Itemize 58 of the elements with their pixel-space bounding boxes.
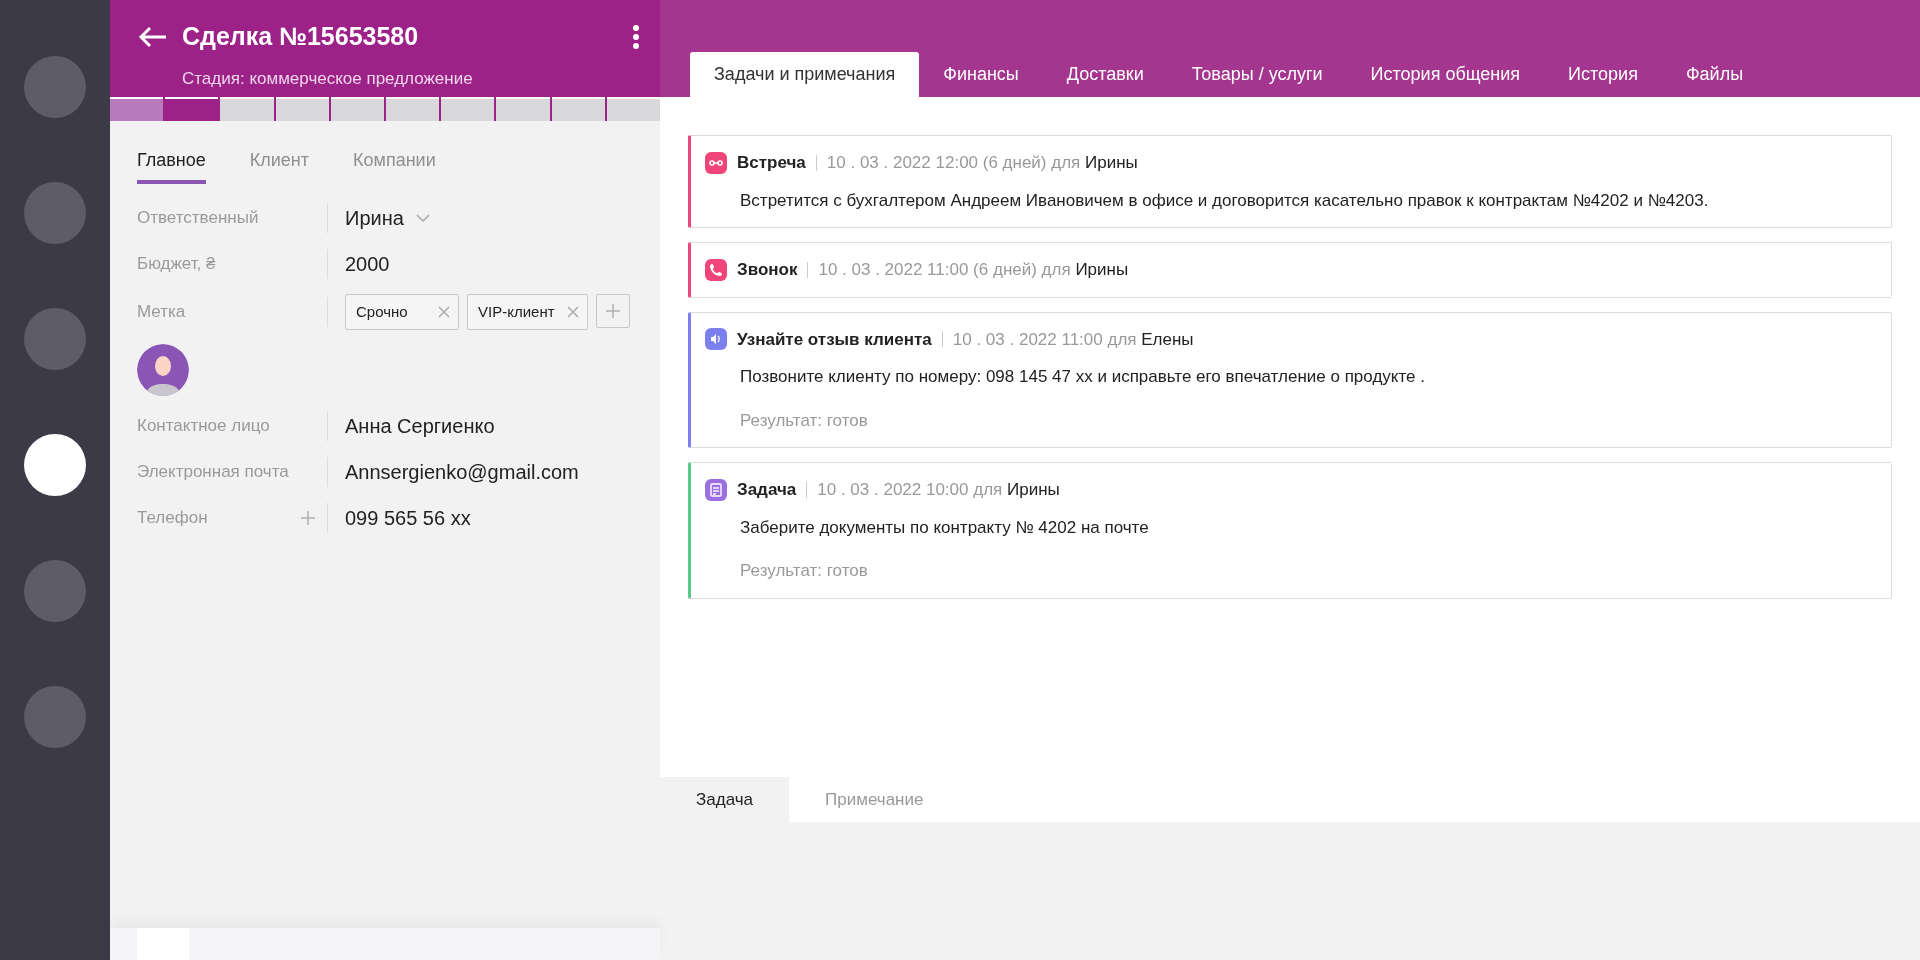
stage-segment — [496, 97, 550, 121]
add-tag-button[interactable] — [595, 294, 630, 328]
task-text: Позвоните клиенту по номеру: 098 145 47 xx и исправьте его впечатление о продукте . — [739, 366, 1426, 388]
tab[interactable]: Товары / услуги — [1167, 52, 1347, 97]
tab[interactable]: Файлы — [1661, 52, 1768, 97]
tab[interactable]: История — [1544, 52, 1662, 97]
task-meta: 10 . 03 . 2022 12:00 (6 дней) для Ирины — [826, 152, 1138, 174]
compose-tab[interactable]: Задача — [660, 777, 790, 822]
task-result: Результат: готов — [739, 560, 869, 582]
field-value: Анна Сергиенко — [345, 414, 495, 439]
plus-icon — [605, 304, 620, 318]
tab[interactable]: История общения — [1346, 52, 1545, 97]
field-label: Телефон — [137, 507, 208, 530]
task-title: Узнайте отзыв клиента — [737, 328, 932, 351]
back-arrow-icon[interactable] — [138, 25, 168, 48]
field-label: Электронная почта — [137, 461, 289, 484]
note-icon — [705, 478, 727, 501]
task-title: Задача — [737, 479, 797, 501]
task-text: Заберите документы по контракту № 4202 на почте — [739, 516, 1150, 539]
chevron-down-icon[interactable] — [415, 214, 430, 222]
tab[interactable]: Финансы — [919, 52, 1043, 97]
stage-segment — [551, 97, 605, 121]
close-icon[interactable] — [438, 306, 450, 318]
field-value: Ирина — [345, 206, 404, 231]
field-label: Ответственный — [137, 207, 259, 230]
link-icon — [705, 151, 727, 174]
close-icon[interactable] — [566, 306, 579, 318]
section-tab[interactable]: Главное — [137, 147, 206, 184]
field-value: Annsergienko@gmail.com — [345, 460, 579, 485]
plus-icon[interactable] — [301, 511, 315, 525]
field-value: 099 565 56 xx — [345, 506, 471, 531]
stage-segment — [441, 97, 495, 121]
phone-icon — [705, 258, 727, 281]
field-label: Бюджет, ₴ — [137, 253, 216, 276]
task-title: Звонок — [737, 259, 798, 281]
task-meta: 10 . 03 . 2022 10:00 для Ирины — [817, 479, 1060, 501]
field-value: 2000 — [345, 252, 390, 277]
deal-stage: Стадия: коммерческое предложение — [181, 67, 474, 90]
task-result: Результат: готов — [739, 409, 869, 432]
stage-segment — [330, 97, 384, 121]
tab[interactable]: Доставки — [1042, 52, 1168, 97]
task-title: Встреча — [737, 152, 806, 174]
task-text: Встретится с бухгалтером Андреем Ивановичем в офисе и договорится касательно правок к контрактам №4202 и №4203. — [739, 189, 1710, 212]
deal-title: Сделка №15653580 — [182, 21, 420, 52]
field-label: Контактное лицо — [137, 415, 270, 438]
task-meta: 10 . 03 . 2022 11:00 (6 дней) для Ирины — [818, 259, 1129, 281]
stage-segment — [110, 97, 164, 121]
task-meta: 10 . 03 . 2022 11:00 для Елены — [952, 328, 1194, 351]
stage-segment — [386, 97, 440, 121]
more-menu-icon[interactable] — [632, 23, 640, 50]
field-label: Метка — [137, 301, 186, 324]
speaker-icon — [705, 328, 727, 351]
stage-segment — [275, 97, 329, 121]
tag-label: Срочно — [356, 301, 408, 322]
tab[interactable]: Задачи и примечания — [690, 52, 920, 97]
avatar-icon — [137, 344, 189, 396]
stage-segment — [220, 97, 274, 121]
tag-label: VIP-клиент — [478, 301, 555, 322]
